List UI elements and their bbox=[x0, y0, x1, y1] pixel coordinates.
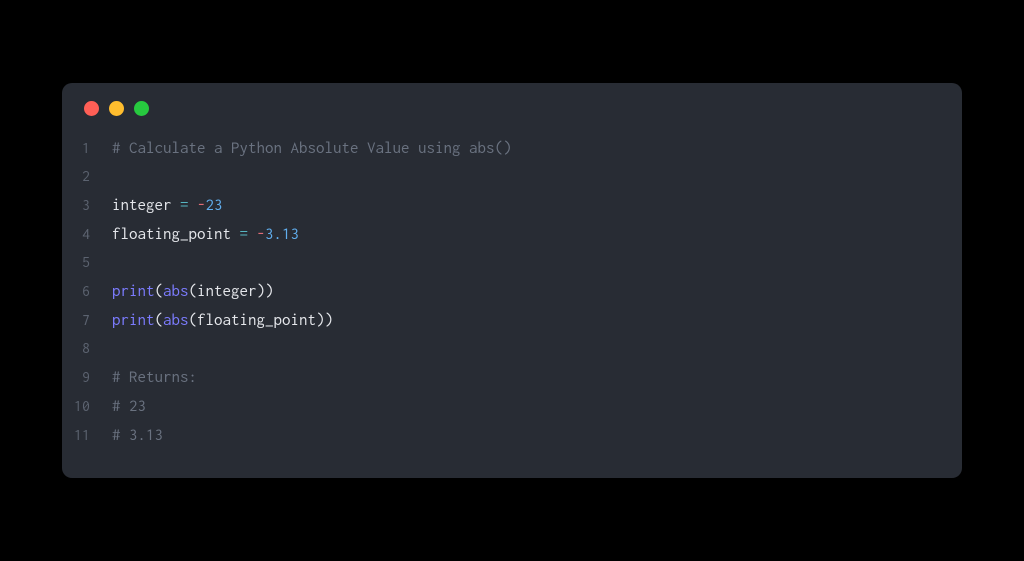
code-token: ( bbox=[189, 282, 198, 300]
code-line: 1# Calculate a Python Absolute Value usi… bbox=[62, 134, 962, 163]
code-window: 1# Calculate a Python Absolute Value usi… bbox=[62, 83, 962, 478]
line-number: 10 bbox=[62, 393, 112, 421]
code-token: floating_point bbox=[112, 225, 231, 243]
code-token: = bbox=[180, 196, 189, 214]
line-number: 7 bbox=[62, 307, 112, 335]
minimize-icon[interactable] bbox=[109, 101, 124, 116]
line-number: 11 bbox=[62, 422, 112, 450]
code-token: integer bbox=[112, 196, 172, 214]
code-line: 5 bbox=[62, 249, 962, 277]
code-content: 1# Calculate a Python Absolute Value usi… bbox=[62, 126, 962, 478]
code-line: 11# 3.13 bbox=[62, 421, 962, 450]
code-token: # 23 bbox=[112, 397, 146, 415]
line-content: integer = -23 bbox=[112, 191, 223, 220]
line-content: # 23 bbox=[112, 392, 146, 421]
code-token: abs bbox=[163, 282, 189, 300]
code-line: 8 bbox=[62, 335, 962, 363]
code-token: abs bbox=[163, 311, 189, 329]
code-token: = bbox=[240, 225, 249, 243]
code-token: - bbox=[197, 196, 206, 214]
line-number: 2 bbox=[62, 163, 112, 191]
code-token: print bbox=[112, 311, 155, 329]
code-token: ( bbox=[189, 311, 198, 329]
code-token: floating_point bbox=[197, 311, 316, 329]
code-token: ( bbox=[155, 311, 164, 329]
line-content: print(abs(integer)) bbox=[112, 277, 274, 306]
code-line: 10# 23 bbox=[62, 392, 962, 421]
code-token: 23 bbox=[206, 196, 223, 214]
line-number: 3 bbox=[62, 192, 112, 220]
code-token: integer bbox=[197, 282, 257, 300]
line-number: 1 bbox=[62, 135, 112, 163]
line-number: 5 bbox=[62, 249, 112, 277]
line-content: # Calculate a Python Absolute Value usin… bbox=[112, 134, 512, 163]
line-number: 9 bbox=[62, 364, 112, 392]
close-icon[interactable] bbox=[84, 101, 99, 116]
code-token: # Calculate a Python Absolute Value usin… bbox=[112, 139, 512, 157]
code-token: print bbox=[112, 282, 155, 300]
code-token: )) bbox=[257, 282, 274, 300]
code-token bbox=[189, 196, 198, 214]
maximize-icon[interactable] bbox=[134, 101, 149, 116]
code-token: )) bbox=[316, 311, 333, 329]
line-number: 8 bbox=[62, 335, 112, 363]
window-titlebar bbox=[62, 83, 962, 126]
code-token: - bbox=[257, 225, 266, 243]
code-line: 4floating_point = -3.13 bbox=[62, 220, 962, 249]
code-token: ( bbox=[155, 282, 164, 300]
code-token bbox=[231, 225, 240, 243]
code-line: 3integer = -23 bbox=[62, 191, 962, 220]
code-token bbox=[172, 196, 181, 214]
line-number: 6 bbox=[62, 278, 112, 306]
line-content: # 3.13 bbox=[112, 421, 163, 450]
line-content: print(abs(floating_point)) bbox=[112, 306, 333, 335]
code-line: 9# Returns: bbox=[62, 363, 962, 392]
code-token: 3.13 bbox=[265, 225, 299, 243]
code-line: 2 bbox=[62, 163, 962, 191]
code-token: # Returns: bbox=[112, 368, 197, 386]
line-number: 4 bbox=[62, 221, 112, 249]
code-token: # 3.13 bbox=[112, 426, 163, 444]
code-line: 7print(abs(floating_point)) bbox=[62, 306, 962, 335]
line-content: floating_point = -3.13 bbox=[112, 220, 299, 249]
line-content: # Returns: bbox=[112, 363, 197, 392]
code-line: 6print(abs(integer)) bbox=[62, 277, 962, 306]
code-token bbox=[248, 225, 257, 243]
